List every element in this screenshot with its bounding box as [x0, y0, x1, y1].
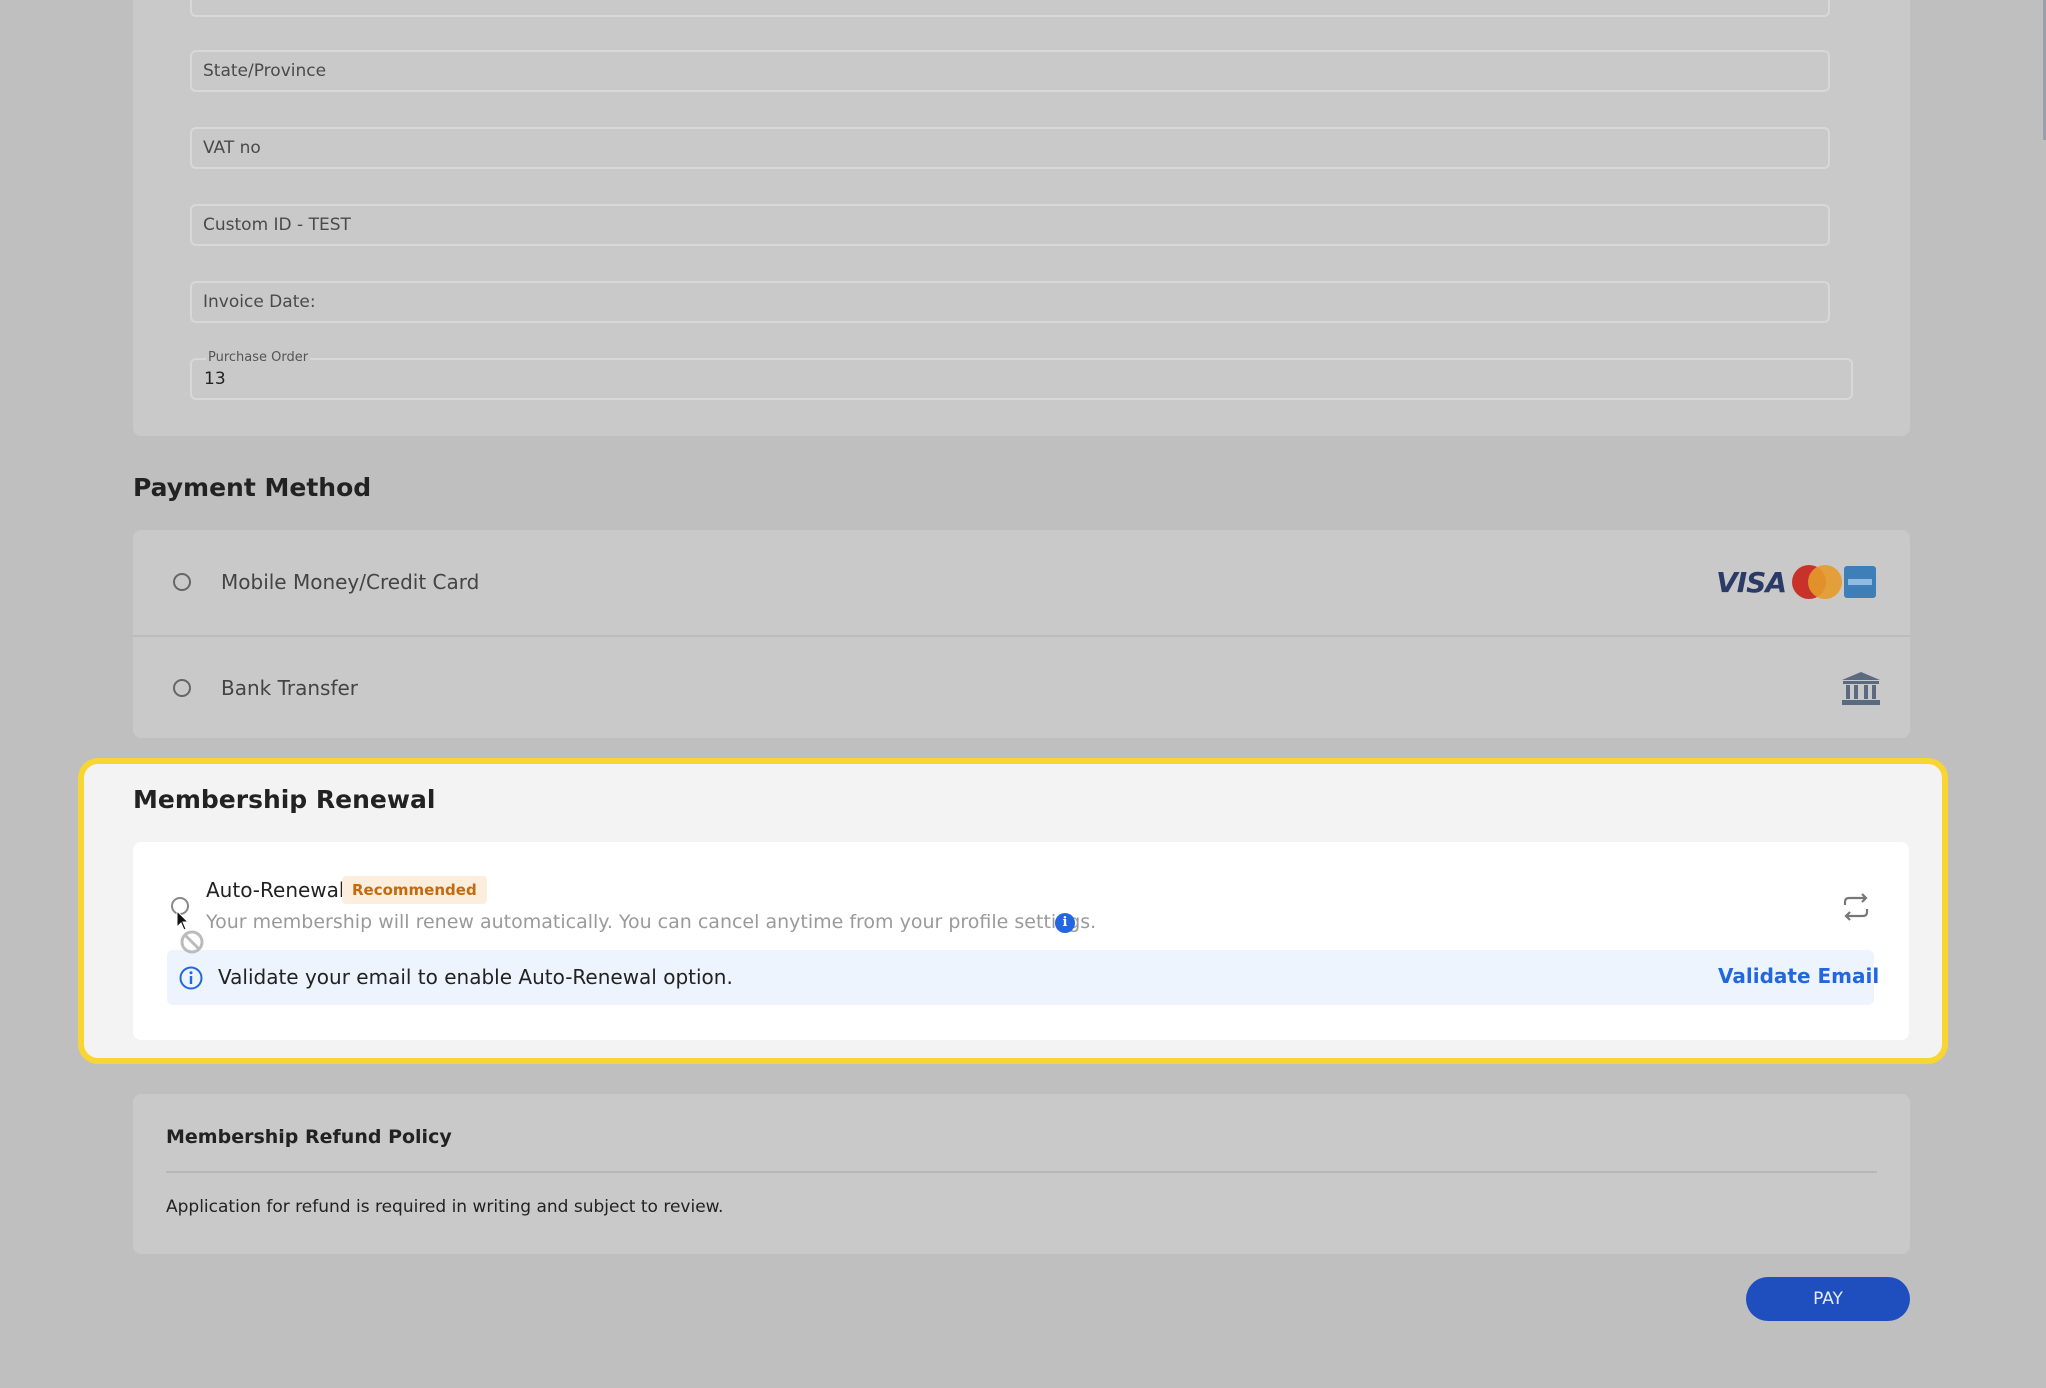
validate-email-link[interactable]: Validate Email	[1718, 964, 1879, 988]
visa-logo: VISA	[1716, 565, 1787, 599]
purchase-order-value: 13	[204, 369, 226, 389]
payment-option-credit-card[interactable]: Mobile Money/Credit Card VISA	[133, 530, 1910, 634]
vat-no-field[interactable]: VAT no	[190, 127, 1830, 169]
auto-renewal-description: Your membership will renew automatically…	[206, 911, 1097, 933]
refund-policy-card	[133, 1094, 1910, 1254]
vat-no-placeholder: VAT no	[203, 138, 261, 158]
bank-transfer-radio[interactable]	[173, 679, 191, 697]
credit-card-label: Mobile Money/Credit Card	[221, 570, 480, 594]
bank-icon	[1842, 672, 1880, 705]
invoice-date-placeholder: Invoice Date:	[203, 292, 316, 312]
pay-button[interactable]: PAY	[1746, 1277, 1910, 1321]
invoice-date-field[interactable]: Invoice Date:	[190, 281, 1830, 323]
amex-icon	[1844, 566, 1876, 598]
auto-renewal-card	[133, 842, 1909, 1040]
address-field[interactable]	[190, 0, 1830, 17]
info-circle-icon	[179, 966, 203, 990]
card-logos-icon: VISA	[1716, 565, 1876, 599]
recommended-badge: Recommended	[342, 876, 487, 904]
membership-renewal-title: Membership Renewal	[133, 785, 436, 814]
mastercard-icon	[1792, 565, 1842, 599]
credit-card-radio[interactable]	[173, 573, 191, 591]
payment-method-card: Mobile Money/Credit Card VISA Bank Trans…	[133, 530, 1910, 738]
auto-renewal-label: Auto-Renewal	[206, 878, 345, 902]
payment-method-title: Payment Method	[133, 473, 372, 502]
refund-divider	[166, 1171, 1877, 1173]
validate-email-message: Validate your email to enable Auto-Renew…	[218, 965, 733, 989]
payment-option-bank-transfer[interactable]: Bank Transfer	[133, 635, 1910, 738]
bank-transfer-label: Bank Transfer	[221, 676, 359, 700]
not-allowed-icon	[180, 930, 204, 954]
custom-id-field[interactable]: Custom ID - TEST	[190, 204, 1830, 246]
refund-policy-title: Membership Refund Policy	[166, 1126, 452, 1148]
state-province-placeholder: State/Province	[203, 61, 327, 81]
custom-id-placeholder: Custom ID - TEST	[203, 215, 351, 235]
info-icon[interactable]: i	[1055, 913, 1075, 933]
purchase-order-field[interactable]: Purchase Order 13	[190, 350, 1853, 400]
state-province-field[interactable]: State/Province	[190, 50, 1830, 92]
refund-policy-text: Application for refund is required in wr…	[166, 1197, 724, 1217]
repeat-icon	[1843, 893, 1869, 921]
purchase-order-label: Purchase Order	[206, 350, 311, 366]
